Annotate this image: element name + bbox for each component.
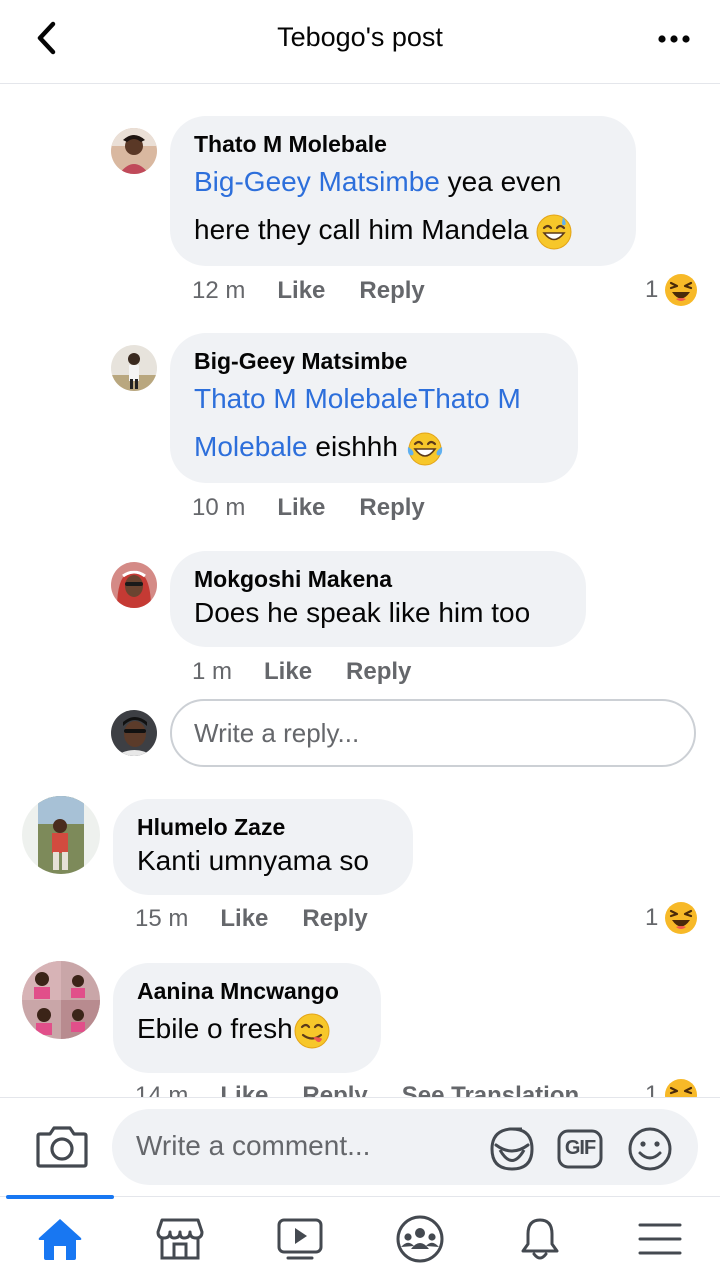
ellipsis-icon	[658, 35, 690, 43]
menu-icon	[638, 1223, 682, 1255]
reply-button[interactable]: Reply	[359, 276, 424, 306]
avatar[interactable]	[111, 128, 157, 174]
comments-feed[interactable]: Thato M Molebale Big-Geey Matsimbe yea e…	[0, 85, 720, 1097]
watch-icon	[277, 1218, 323, 1260]
reaction-summary[interactable]: 1	[645, 1078, 698, 1097]
tab-groups[interactable]	[360, 1197, 480, 1280]
marketplace-icon	[156, 1218, 204, 1260]
mention-link[interactable]: Thato M MolebaleThato M	[194, 383, 521, 414]
reply-button[interactable]: Reply	[346, 657, 411, 687]
gif-button[interactable]: GIF	[556, 1125, 604, 1173]
smiley-icon	[628, 1127, 672, 1171]
current-user-avatar	[111, 710, 157, 756]
reaction-summary[interactable]: 1	[645, 901, 698, 935]
gif-label: GIF	[564, 1137, 596, 1159]
reply-button[interactable]: Reply	[359, 493, 424, 523]
camera-icon	[36, 1126, 88, 1168]
tab-notifications[interactable]	[480, 1197, 600, 1280]
sticker-icon	[490, 1127, 534, 1171]
home-icon	[38, 1219, 82, 1260]
comment-text: Does he speak like him too	[194, 597, 531, 628]
emoji-button[interactable]	[626, 1125, 674, 1173]
comment-actions: 12 m Like Reply	[192, 276, 459, 306]
camera-button[interactable]	[34, 1122, 90, 1170]
comment-text: Big-Geey Matsimbe yea even here they call…	[194, 158, 614, 254]
comment-time: 1 m	[192, 658, 233, 685]
active-tab-indicator	[6, 1195, 114, 1199]
comment-input[interactable]: Write a comment... GIF	[112, 1109, 698, 1185]
comment-actions: 14 m Like Reply See Translation	[135, 1081, 613, 1097]
comment-actions: 1 m Like Reply	[192, 657, 445, 687]
like-button[interactable]: Like	[220, 1081, 268, 1097]
tears-of-joy-emoji	[407, 432, 442, 466]
comment-bubble[interactable]: Hlumelo Zaze Kanti umnyama so	[113, 799, 413, 895]
comment-actions: 10 m Like Reply	[192, 493, 459, 523]
comment-author[interactable]: Big-Geey Matsimbe	[194, 347, 556, 375]
comment-author[interactable]: Thato M Molebale	[194, 130, 614, 158]
bottom-tab-bar	[0, 1195, 720, 1280]
reply-placeholder: Write a reply...	[194, 718, 360, 748]
grinning-sweat-emoji	[536, 214, 572, 250]
page-title: Tebogo's post	[277, 22, 443, 52]
bell-icon	[521, 1218, 559, 1260]
comment-text: Kanti umnyama so	[137, 845, 369, 876]
laughing-emoji	[665, 902, 698, 934]
comment-actions: 15 m Like Reply	[135, 904, 402, 934]
comment-time: 10 m	[192, 494, 246, 521]
top-bar: Tebogo's post	[0, 0, 720, 84]
comment-bubble[interactable]: Thato M Molebale Big-Geey Matsimbe yea e…	[170, 116, 636, 266]
comment-text: Thato M MolebaleThato M Molebale eishhh	[194, 375, 556, 471]
reaction-count: 1	[645, 276, 659, 303]
reaction-count: 1	[645, 904, 659, 931]
reply-input[interactable]: Write a reply...	[170, 699, 696, 767]
tab-marketplace[interactable]	[120, 1197, 240, 1280]
like-button[interactable]: Like	[277, 276, 325, 306]
comment-author[interactable]: Mokgoshi Makena	[194, 565, 564, 593]
comment-text: Ebile o fresh	[137, 1005, 359, 1053]
avatar[interactable]	[22, 961, 100, 1039]
tab-watch[interactable]	[240, 1197, 360, 1280]
comment-placeholder: Write a comment...	[136, 1130, 371, 1161]
avatar[interactable]	[111, 562, 157, 608]
comment-author[interactable]: Hlumelo Zaze	[137, 813, 391, 841]
reaction-count: 1	[645, 1081, 659, 1097]
avatar[interactable]	[22, 796, 100, 874]
comment-time: 14 m	[135, 1082, 189, 1097]
reply-button[interactable]: Reply	[302, 1081, 367, 1097]
more-options-button[interactable]	[654, 24, 694, 54]
comment-bubble[interactable]: Mokgoshi Makena Does he speak like him t…	[170, 551, 586, 647]
avatar[interactable]	[111, 345, 157, 391]
see-translation-button[interactable]: See Translation	[402, 1081, 579, 1097]
like-button[interactable]: Like	[264, 657, 312, 687]
reaction-summary[interactable]: 1	[645, 273, 698, 307]
tab-menu[interactable]	[600, 1197, 720, 1280]
like-button[interactable]: Like	[220, 904, 268, 934]
comment-author[interactable]: Aanina Mncwango	[137, 977, 359, 1005]
mention-link[interactable]: Big-Geey Matsimbe	[194, 166, 440, 197]
tab-home[interactable]	[0, 1195, 120, 1280]
yum-emoji	[294, 1013, 330, 1049]
comment-time: 15 m	[135, 905, 189, 932]
groups-icon	[396, 1215, 444, 1263]
comment-bubble[interactable]: Aanina Mncwango Ebile o fresh	[113, 963, 381, 1073]
reply-button[interactable]: Reply	[302, 904, 367, 934]
comment-composer: Write a comment... GIF	[0, 1097, 720, 1195]
laughing-emoji	[665, 1079, 698, 1097]
mention-link[interactable]: Molebale	[194, 431, 308, 462]
comment-time: 12 m	[192, 277, 246, 304]
sticker-button[interactable]	[488, 1125, 536, 1173]
comment-bubble[interactable]: Big-Geey Matsimbe Thato M MolebaleThato …	[170, 333, 578, 483]
laughing-emoji	[665, 274, 698, 306]
like-button[interactable]: Like	[277, 493, 325, 523]
